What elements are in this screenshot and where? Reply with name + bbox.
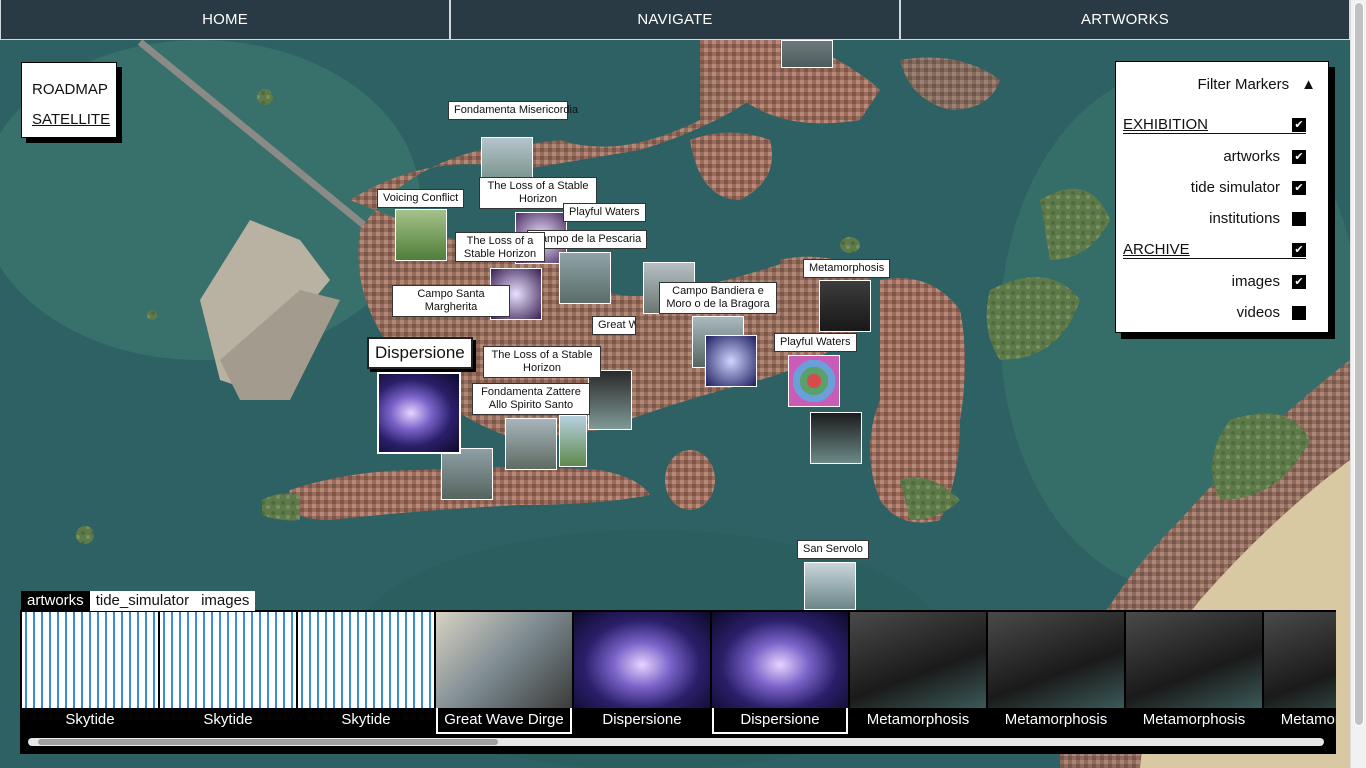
card-caption: Skytide [341,711,391,728]
page-scrollbar-thumb[interactable] [1354,2,1364,726]
nav-home[interactable]: HOME [0,0,450,39]
marker-thumb[interactable] [395,209,447,261]
gallery-card[interactable]: Great Wave Dirge [436,612,572,734]
videos-checkbox[interactable] [1292,305,1306,320]
marker-label[interactable]: The Loss of a Stable Horizon [455,232,545,262]
filter-item-images: images ✔ [1232,273,1306,290]
marker-label[interactable]: Great Wave Dirge [592,316,636,335]
marker-label[interactable]: Playful Waters [563,203,646,222]
card-image [988,612,1124,708]
map-type-control: ROADMAP SATELLITE [21,62,117,138]
card-image [1126,612,1262,708]
tab-artworks[interactable]: artworks [21,591,90,611]
images-checkbox[interactable]: ✔ [1292,274,1306,289]
card-caption: Dispersione [740,711,820,728]
card-image [712,612,848,708]
exhibition-checkbox[interactable]: ✔ [1292,117,1306,132]
card-caption: Metamorphosis [1142,711,1246,728]
card-image [1264,612,1336,708]
card-image [298,612,434,708]
card-image [436,612,572,708]
marker-label[interactable]: Campo Santa Margherita [392,285,510,317]
gallery-scrollbar[interactable] [28,738,1324,746]
marker-label[interactable]: Metamorphosis [803,259,891,278]
gallery-tabs: artworks tide_simulator images [21,591,256,611]
filter-item-artworks: artworks ✔ [1223,148,1306,165]
marker-thumb[interactable] [559,252,611,304]
marker-thumb[interactable] [441,448,493,500]
filter-item-institutions: institutions [1209,210,1306,227]
top-nav: HOME NAVIGATE ARTWORKS [0,0,1350,40]
card-caption: Metamorphosis [1280,711,1336,728]
marker-label[interactable]: Campo Bandiera e Moro o de la Bragora [659,282,777,314]
card-caption: Great Wave Dirge [444,711,564,728]
roadmap-option[interactable]: ROADMAP [32,75,108,105]
filter-group-label: EXHIBITION [1123,116,1209,133]
gallery-card[interactable]: Skytide [160,612,296,734]
marker-thumb[interactable] [781,40,833,68]
gallery-card[interactable]: Skytide [22,612,158,734]
filter-item-videos: videos [1237,304,1306,321]
gallery-card[interactable]: Metamorphosis [1264,612,1336,734]
marker-thumb[interactable] [819,280,871,332]
marker-label[interactable]: Voicing Conflict [377,189,465,208]
card-image [574,612,710,708]
filter-item-label: tide simulator [1190,179,1280,196]
marker-thumb[interactable] [705,335,757,387]
marker-thumb[interactable] [505,418,557,470]
institutions-checkbox[interactable] [1292,211,1306,226]
nav-navigate[interactable]: NAVIGATE [450,0,900,39]
card-caption: Dispersione [602,711,682,728]
satellite-option[interactable]: SATELLITE [32,105,110,135]
filter-group-exhibition: EXHIBITION ✔ [1123,116,1306,134]
gallery-card[interactable]: Metamorphosis [1126,612,1262,734]
gallery-card[interactable]: Dispersione [574,612,710,734]
card-image [160,612,296,708]
artworks-gallery: Skytide Skytide Skytide Great Wave Dirge… [20,610,1336,754]
card-caption: Skytide [203,711,253,728]
filter-title: Filter Markers [1197,76,1290,93]
marker-label-dispersione[interactable]: Dispersione [367,337,473,369]
marker-thumb-dispersione[interactable] [377,372,461,454]
filter-item-tide-simulator: tide simulator ✔ [1191,179,1306,196]
page-scrollbar[interactable] [1350,0,1366,768]
marker-thumb[interactable] [588,370,632,430]
gallery-card[interactable]: Metamorphosis [988,612,1124,734]
card-caption: Metamorphosis [866,711,970,728]
filter-item-label: images [1231,273,1280,290]
nav-artworks[interactable]: ARTWORKS [900,0,1350,39]
marker-label[interactable]: Fondamenta Misericordia [448,101,578,120]
card-image [22,612,158,708]
marker-thumb[interactable] [804,562,856,610]
artworks-checkbox[interactable]: ✔ [1292,149,1306,164]
marker-thumb[interactable] [810,412,862,464]
marker-thumb[interactable] [788,355,840,407]
marker-thumb[interactable] [559,415,587,467]
gallery-card[interactable]: Metamorphosis [850,612,986,734]
card-caption: Metamorphosis [1004,711,1108,728]
marker-label[interactable]: Campo de la Pescaria [527,230,648,249]
gallery-card[interactable]: Skytide [298,612,434,734]
filter-group-label: ARCHIVE [1123,241,1190,258]
marker-label[interactable]: The Loss of a Stable Horizon [483,346,601,378]
filter-group-archive: ARCHIVE ✔ [1123,241,1306,259]
filter-item-label: artworks [1223,148,1280,165]
collapse-triangle-icon[interactable]: ▲ [1301,76,1316,93]
tide-simulator-checkbox[interactable]: ✔ [1292,180,1306,195]
gallery-card[interactable]: Dispersione [712,612,848,734]
filter-item-label: videos [1236,304,1280,321]
marker-label[interactable]: San Servolo [797,540,869,559]
marker-label[interactable]: Fondamenta Zattere Allo Spirito Santo [472,383,590,415]
archive-checkbox[interactable]: ✔ [1292,242,1306,257]
card-caption: Skytide [65,711,115,728]
tab-images[interactable]: images [195,591,256,611]
filter-markers-panel: Filter Markers ▲ EXHIBITION ✔ artworks ✔… [1115,61,1329,333]
card-image [850,612,986,708]
tab-tide-simulator[interactable]: tide_simulator [89,591,196,611]
filter-header[interactable]: Filter Markers ▲ [1197,76,1316,93]
filter-item-label: institutions [1209,210,1280,227]
marker-label[interactable]: Playful Waters [774,333,857,352]
gallery-scrollbar-thumb[interactable] [38,739,498,745]
